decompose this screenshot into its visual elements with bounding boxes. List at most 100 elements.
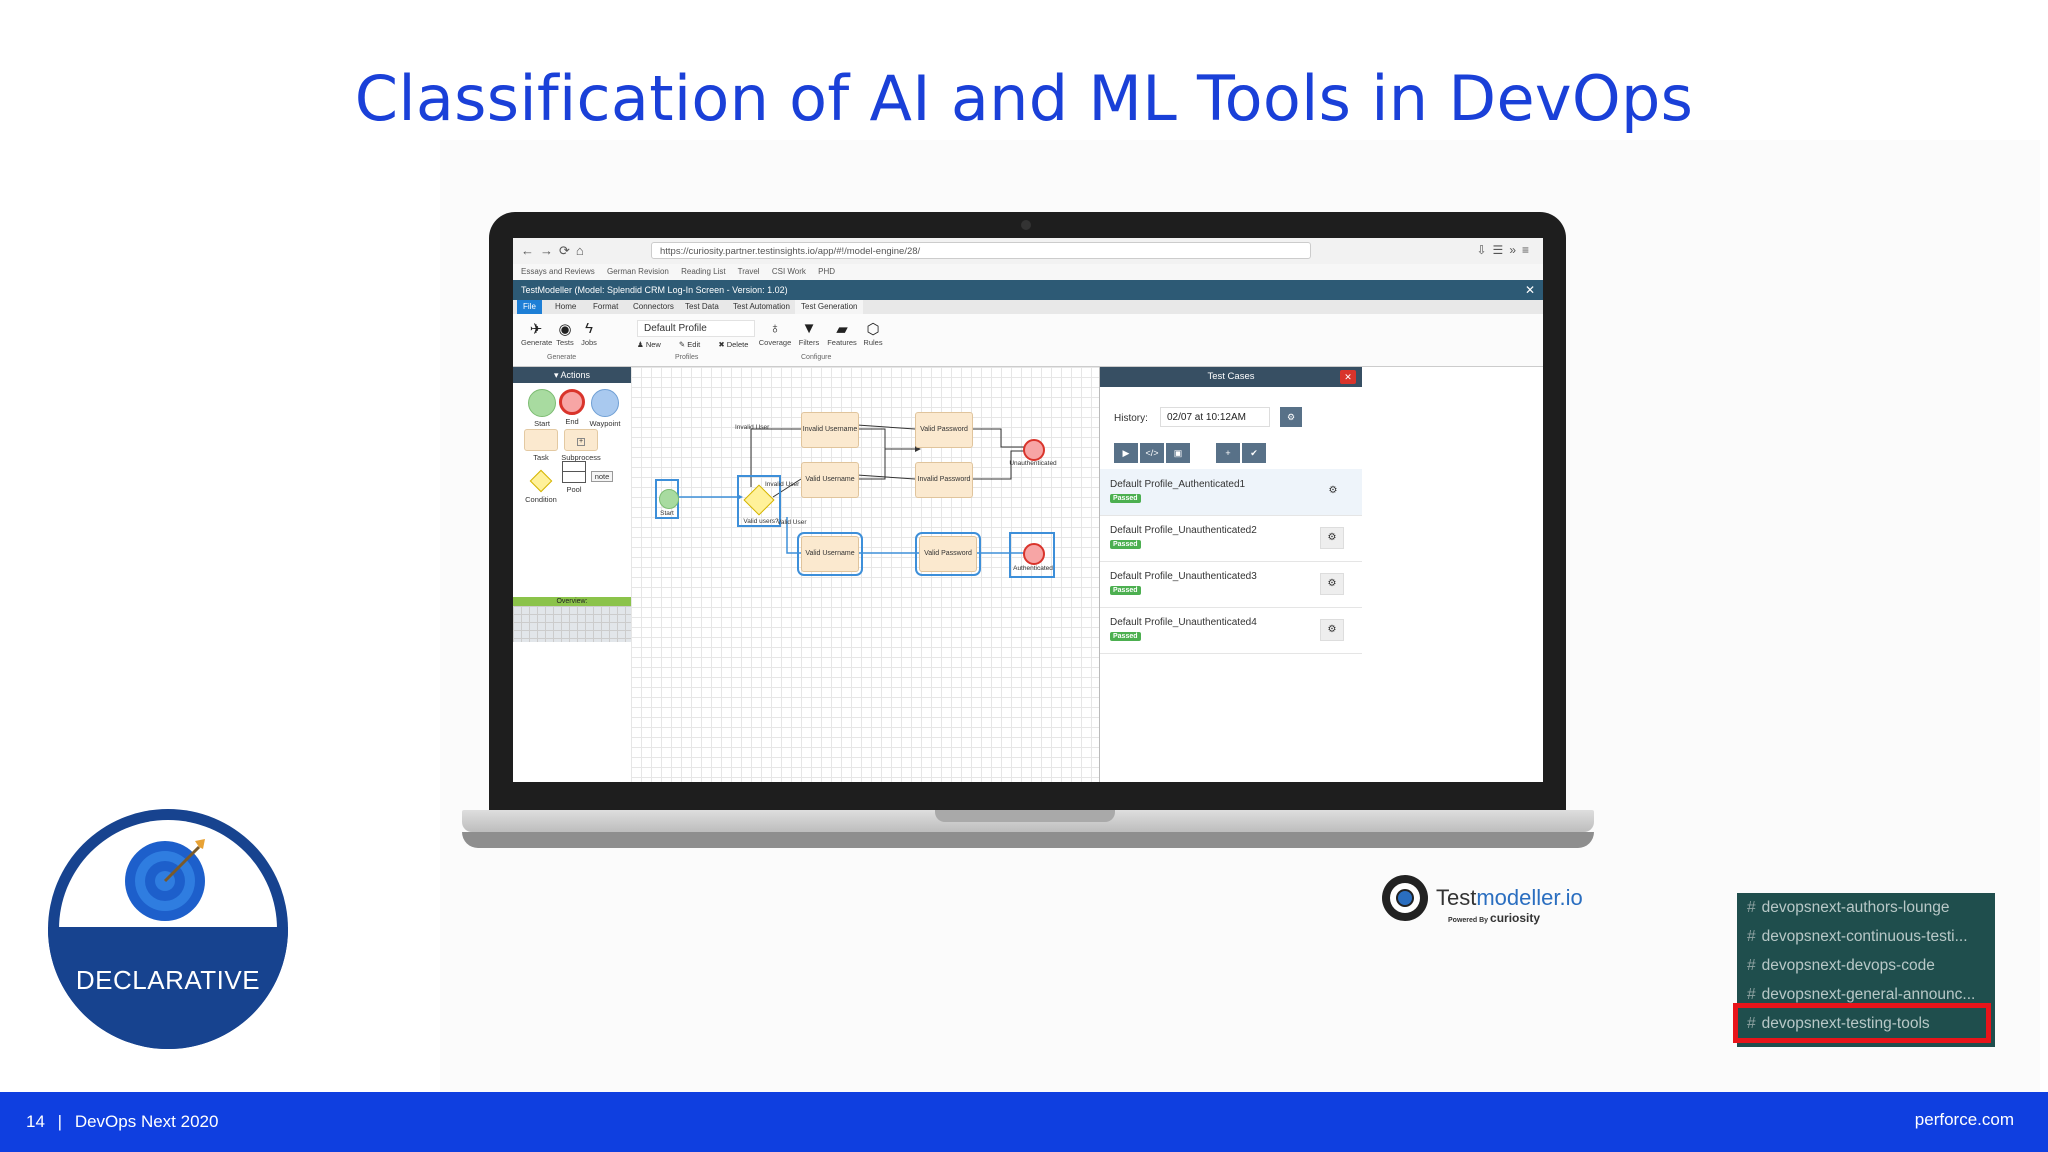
bookmark[interactable]: Essays and Reviews: [521, 267, 595, 276]
start-shape[interactable]: Start: [527, 389, 557, 428]
task-shape[interactable]: Task: [523, 429, 559, 462]
tab-test-data[interactable]: Test Data: [679, 300, 725, 314]
test-case-row[interactable]: Default Profile_Authenticated1 Passed ⚙: [1100, 469, 1362, 516]
hash-icon: #: [1747, 986, 1756, 1003]
valid-username-node[interactable]: Valid Username: [801, 462, 859, 498]
end-shape[interactable]: End: [557, 389, 587, 426]
start-node-label: Start: [660, 510, 674, 517]
laptop-screen: ←→⟳⌂ https://curiosity.partner.testinsig…: [513, 238, 1543, 782]
status-badge: Passed: [1110, 586, 1141, 595]
bookmark[interactable]: Reading List: [681, 267, 725, 276]
unauthenticated-end-node[interactable]: [1023, 439, 1045, 461]
invalid-password-node[interactable]: Invalid Password: [915, 462, 973, 498]
footer-separator: |: [57, 1112, 63, 1131]
profile-select[interactable]: Default Profile: [637, 320, 755, 337]
gear-icon[interactable]: ⚙: [1320, 573, 1344, 595]
badge-label: DECLARATIVE: [75, 965, 261, 995]
footer-bar: 14 | DevOps Next 2020 perforce.com: [0, 1092, 2048, 1152]
model-canvas[interactable]: Start Valid users? Invalid User Invalid …: [631, 367, 1099, 782]
tab-format[interactable]: Format: [587, 300, 624, 314]
actions-header[interactable]: ▾ Actions: [513, 367, 631, 383]
jobs-button[interactable]: ϟ Jobs: [577, 320, 601, 347]
features-button[interactable]: ▰ Features: [825, 320, 859, 347]
testmodeller-logo-icon: [1382, 875, 1428, 921]
website-link[interactable]: perforce.com: [1915, 1110, 2014, 1130]
valid-password-node[interactable]: Valid Password: [915, 412, 973, 448]
start-node[interactable]: [659, 489, 679, 509]
overview-minimap[interactable]: [513, 606, 631, 642]
slack-channel-item[interactable]: # devopsnext-devops-code: [1747, 957, 1935, 975]
tab-connectors[interactable]: Connectors: [627, 300, 680, 314]
play-icon[interactable]: ▶: [1114, 443, 1138, 463]
valid-password-bottom-node[interactable]: Valid Password: [915, 532, 981, 576]
code-icon[interactable]: </>: [1140, 443, 1164, 463]
filters-button[interactable]: ▼ Filters: [795, 320, 823, 347]
bookmark[interactable]: PHD: [818, 267, 835, 276]
actions-panel: ▾ Actions Start End Waypoint Task + Subpr…: [513, 367, 632, 782]
bookmark[interactable]: CSI Work: [772, 267, 806, 276]
test-case-row[interactable]: Default Profile_Unauthenticated2 Passed …: [1100, 515, 1362, 562]
laptop-notch: [935, 810, 1115, 822]
waypoint-shape[interactable]: Waypoint: [587, 389, 623, 428]
url-bar[interactable]: https://curiosity.partner.testinsights.i…: [651, 242, 1311, 259]
bookmarks-bar: Essays and Reviews German Revision Readi…: [513, 264, 1543, 280]
hash-icon: #: [1747, 928, 1756, 945]
testmodeller-logo: Testmodeller.io Powered By curiosity: [1382, 875, 1592, 931]
rules-button[interactable]: ⬡ Rules: [859, 320, 887, 347]
logo-name: Testmodeller.io: [1436, 885, 1583, 910]
hash-icon: #: [1747, 957, 1756, 974]
test-case-row[interactable]: Default Profile_Unauthenticated3 Passed …: [1100, 561, 1362, 608]
add-icon[interactable]: +: [1216, 443, 1240, 463]
event-name: DevOps Next 2020: [74, 1112, 219, 1131]
condition-shape[interactable]: Condition: [523, 467, 559, 504]
declarative-badge: DECLARATIVE: [48, 809, 288, 1049]
history-select[interactable]: 02/07 at 10:12AM: [1160, 407, 1270, 427]
bookmark[interactable]: German Revision: [607, 267, 669, 276]
lightning-icon: ϟ: [585, 320, 593, 337]
slack-channel-item[interactable]: # devopsnext-authors-lounge: [1747, 899, 1949, 917]
tab-test-automation[interactable]: Test Automation: [727, 300, 796, 314]
app-titlebar: TestModeller (Model: Splendid CRM Log-In…: [513, 280, 1543, 300]
generate-button[interactable]: ✈ Generate: [521, 320, 552, 347]
tests-button[interactable]: ◉ Tests: [553, 320, 577, 347]
tab-test-generation[interactable]: Test Generation: [795, 300, 864, 314]
delete-profile-button[interactable]: ✖ Delete: [718, 340, 756, 349]
footer-left: 14 | DevOps Next 2020: [26, 1112, 218, 1132]
valid-username-bottom-node[interactable]: Valid Username: [797, 532, 863, 576]
book-icon: ▰: [836, 321, 848, 338]
coverage-button[interactable]: ♁ Coverage: [757, 320, 793, 347]
note-shape[interactable]: note: [591, 471, 613, 482]
pool-shape[interactable]: Pool: [561, 461, 587, 494]
check-icon[interactable]: ✔: [1242, 443, 1266, 463]
plane-icon: ✈: [529, 321, 543, 338]
new-profile-button[interactable]: ♟ New: [637, 340, 669, 349]
close-icon[interactable]: ✕: [1525, 280, 1535, 300]
test-case-row[interactable]: Default Profile_Unauthenticated4 Passed …: [1100, 607, 1362, 654]
slack-channel-item[interactable]: # devopsnext-general-announc...: [1747, 986, 1975, 1004]
laptop-foot: [462, 832, 1594, 848]
edit-profile-button[interactable]: ✎ Edit: [679, 340, 708, 349]
gear-icon[interactable]: ⚙: [1280, 407, 1302, 427]
tab-file[interactable]: File: [517, 300, 542, 314]
test-cases-panel: Test Cases ✕ History: 02/07 at 10:12AM ⚙…: [1099, 367, 1543, 782]
invalid-username-node[interactable]: Invalid Username: [801, 412, 859, 448]
tab-home[interactable]: Home: [549, 300, 582, 314]
browser-menu-icons[interactable]: ⇩☰»≡: [1477, 243, 1536, 257]
save-icon[interactable]: ▣: [1166, 443, 1190, 463]
target-icon: [125, 839, 205, 921]
slack-channel-item[interactable]: # devopsnext-continuous-testi...: [1747, 928, 1968, 946]
authenticated-label: Authenticated: [1013, 565, 1053, 572]
browser-nav-icons[interactable]: ←→⟳⌂: [521, 243, 590, 259]
menu-tabs: File Home Format Connectors Test Data Te…: [513, 300, 1543, 314]
group-label-profiles: Profiles: [675, 354, 699, 361]
subprocess-shape[interactable]: + Subprocess: [559, 429, 603, 462]
stethoscope-icon: ♁: [769, 320, 781, 337]
gear-icon[interactable]: ⚙: [1322, 481, 1344, 501]
gear-icon[interactable]: ⚙: [1320, 619, 1344, 641]
group-label-generate: Generate: [547, 354, 577, 361]
authenticated-end-node[interactable]: [1023, 543, 1045, 565]
bookmark[interactable]: Travel: [738, 267, 760, 276]
close-icon[interactable]: ✕: [1340, 370, 1356, 384]
edge-label-invalid-user: Invalid User: [765, 481, 800, 488]
gear-icon[interactable]: ⚙: [1320, 527, 1344, 549]
